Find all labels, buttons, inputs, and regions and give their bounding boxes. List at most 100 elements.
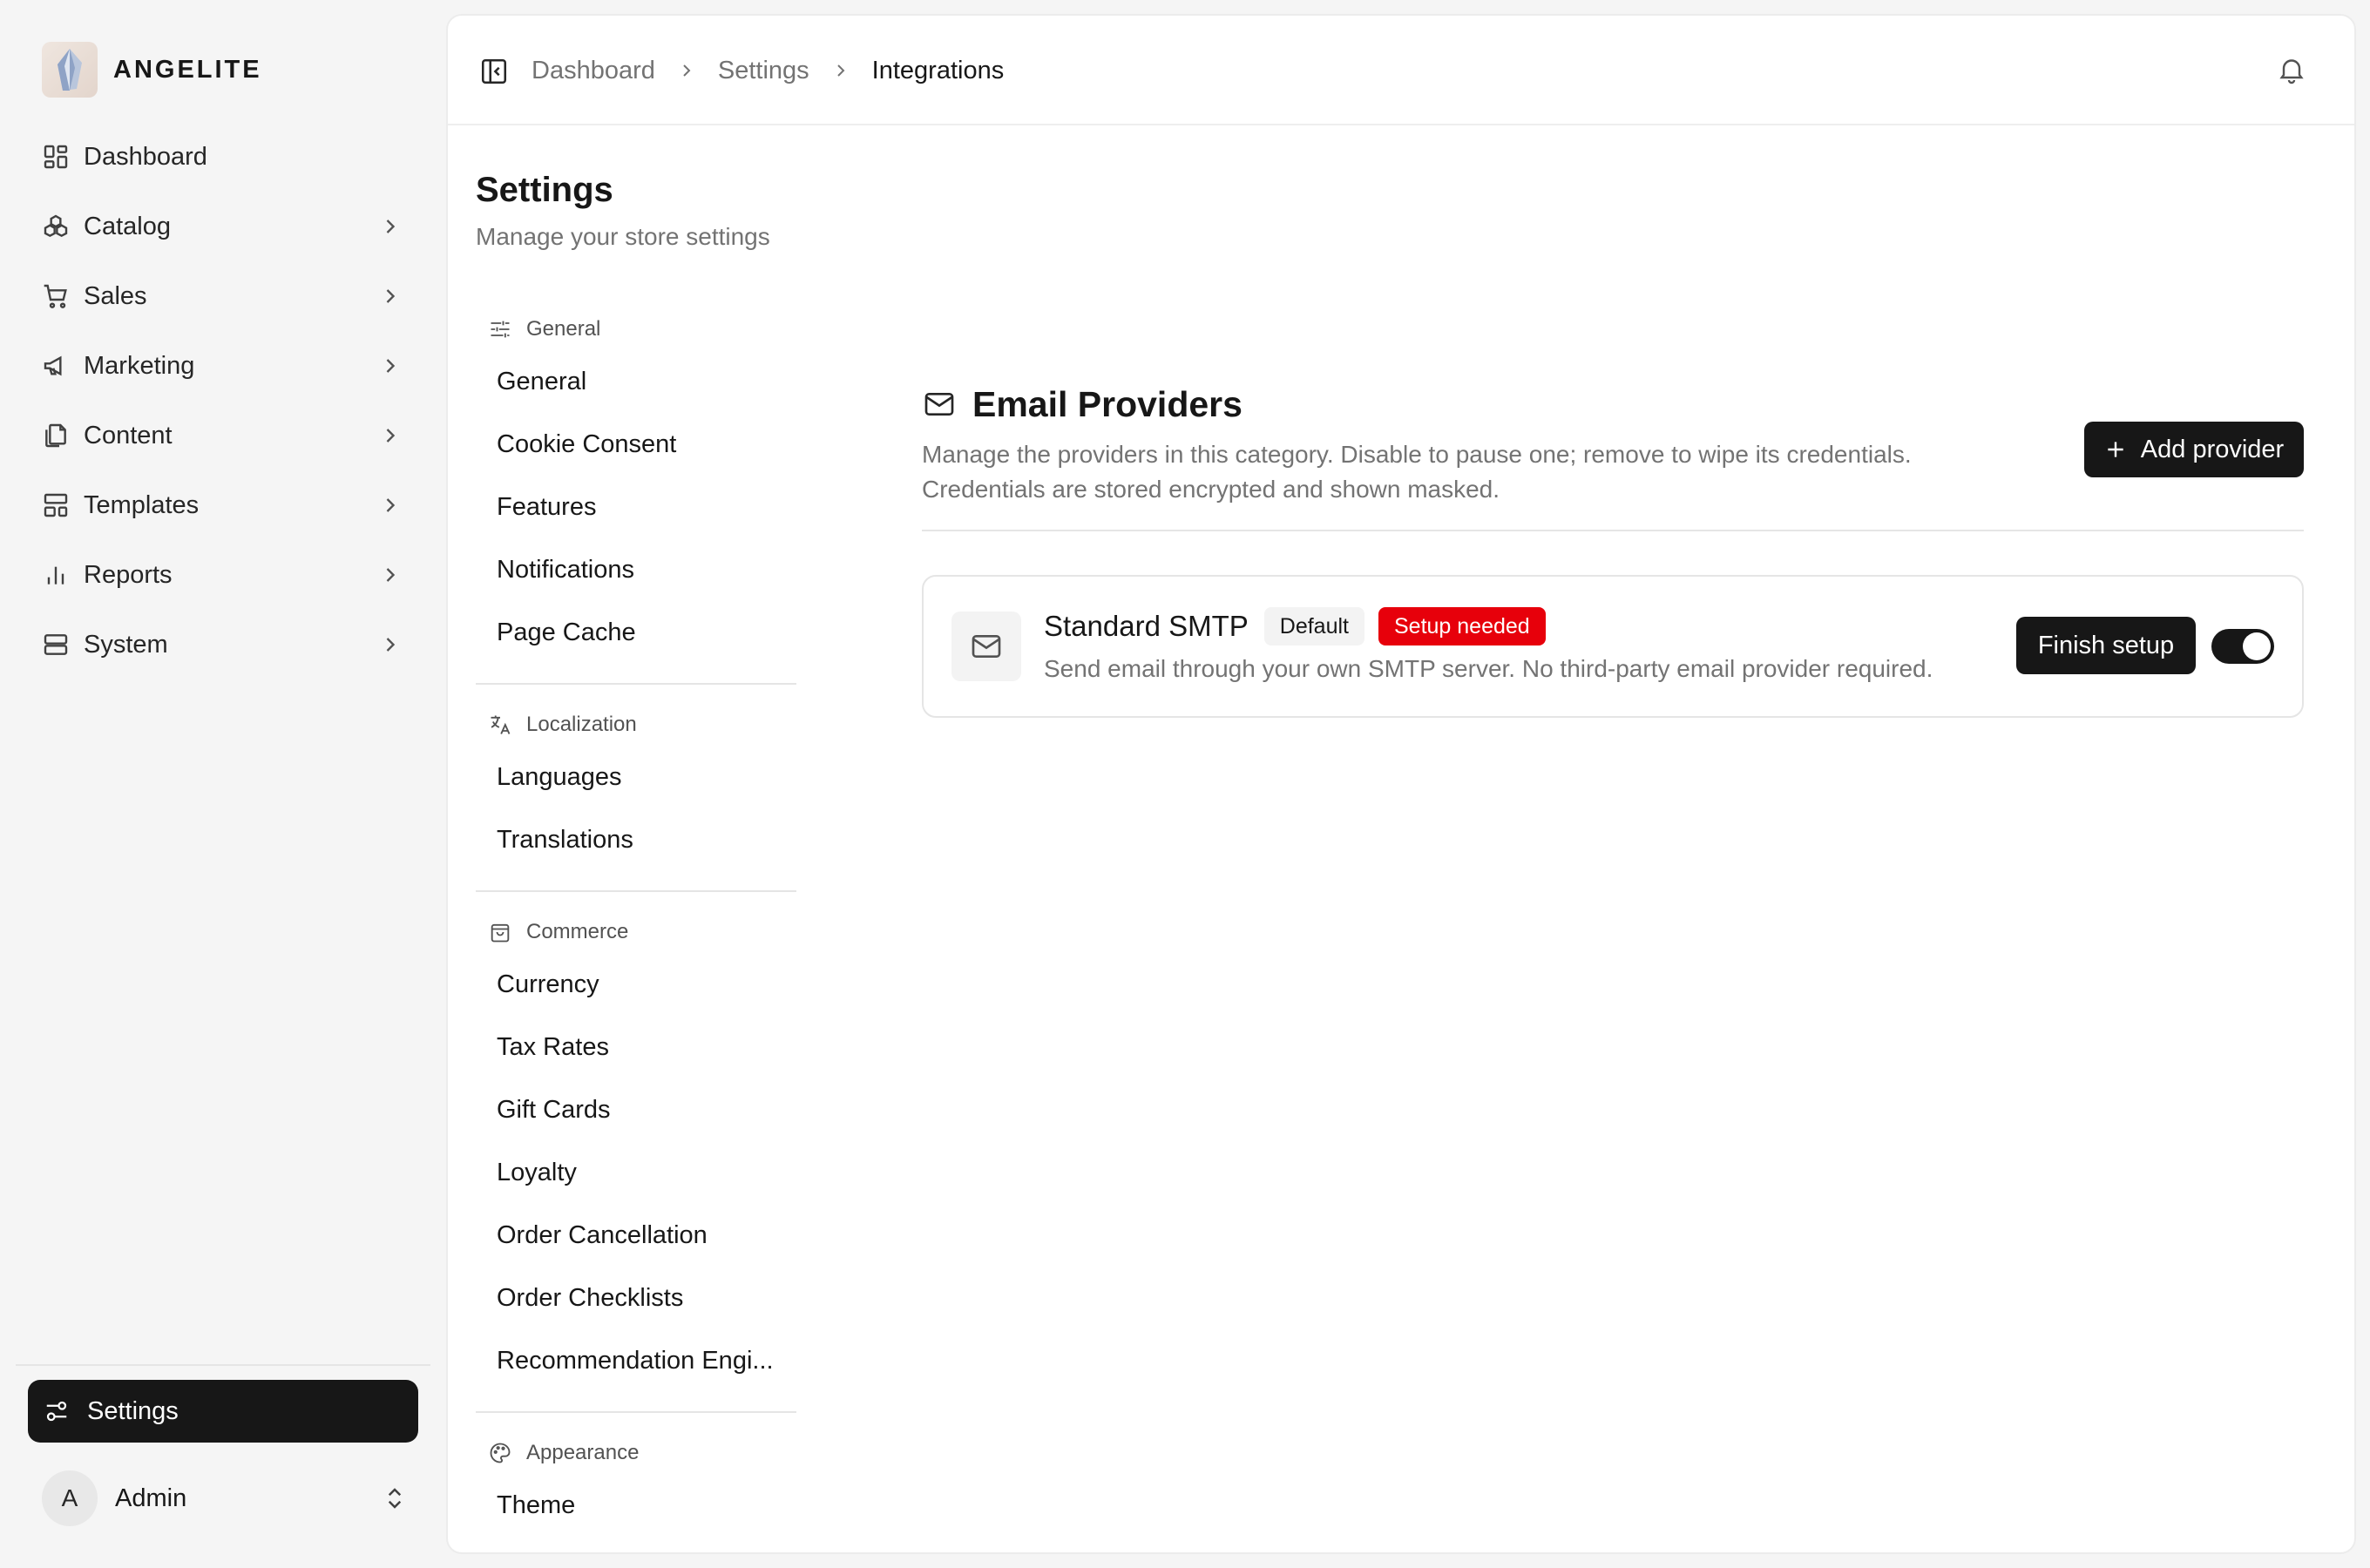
megaphone-icon [44,355,62,376]
avatar: A [42,1470,98,1526]
sidebar-item-label: Reports [84,560,173,589]
subnav-item-gift-cards[interactable]: Gift Cards [476,1078,796,1141]
sidebar-item-label: Dashboard [84,142,207,171]
subnav-item-general[interactable]: General [476,350,796,413]
server-icon [44,634,68,655]
chevron-right-icon [386,498,396,512]
subnav-item-tax-rates[interactable]: Tax Rates [476,1016,796,1078]
section-title: Email Providers [972,383,1243,424]
sidebar-divider [16,1364,430,1366]
sidebar-item-marketing[interactable]: Marketing [28,331,416,401]
sidebar-item-content[interactable]: Content [28,401,416,470]
main-panel: Dashboard Settings Integrations Settings… [446,14,2356,1554]
breadcrumb-dashboard[interactable]: Dashboard [532,57,655,85]
user-menu[interactable]: A Admin [42,1470,408,1526]
settings-subnav: General General Cookie Consent Features … [476,308,796,1537]
subnav-divider [476,890,796,892]
subnav-group-label: Localization [526,713,637,736]
chevron-right-icon [683,64,691,77]
subnav-item-notifications[interactable]: Notifications [476,538,796,601]
subnav-group-appearance: Appearance [476,1432,796,1474]
add-provider-button[interactable]: Add provider [2084,422,2304,477]
chevron-right-icon [386,289,396,303]
subnav-item-translations[interactable]: Translations [476,808,796,871]
mail-icon [924,393,954,416]
brand-name: ANGELITE [113,55,262,84]
subnav-divider [476,683,796,685]
chevron-right-icon [386,568,396,582]
shopping-bag-icon [491,923,510,943]
brand[interactable]: ANGELITE [42,42,262,98]
files-icon [45,423,66,448]
catalog-icon [44,214,68,238]
chevron-right-icon [386,359,396,373]
sidebar-item-label: Templates [84,490,200,519]
sidebar-item-catalog[interactable]: Catalog [28,192,416,261]
breadcrumb-settings[interactable]: Settings [718,57,809,85]
brand-logo [42,42,98,98]
chevrons-up-down-icon [388,1488,402,1509]
sidebar-item-settings[interactable]: Settings [28,1380,418,1443]
subnav-group-label: Appearance [526,1441,640,1464]
provider-header: Standard SMTP Default Setup needed [1044,606,1546,646]
dashboard-icon [44,145,68,169]
sidebar-item-dashboard[interactable]: Dashboard [28,122,416,192]
bell-icon[interactable] [2276,54,2307,85]
sidebar-item-system[interactable]: System [28,610,416,679]
subnav-group-commerce: Commerce [476,911,796,953]
sidebar-item-sales[interactable]: Sales [28,261,416,331]
cart-icon [44,284,67,308]
subnav-item-recommendation-engine[interactable]: Recommendation Engi... [476,1329,796,1392]
sidebar-item-label: Marketing [84,351,195,380]
provider-enabled-toggle[interactable] [2211,629,2274,664]
chevron-right-icon [836,64,845,77]
subnav-item-currency[interactable]: Currency [476,953,796,1016]
subnav-item-cookie-consent[interactable]: Cookie Consent [476,413,796,476]
subnav-group-localization: Localization [476,704,796,746]
sidebar-item-label: Catalog [84,212,171,240]
topbar: Dashboard Settings Integrations [448,16,2354,125]
status-badge: Setup needed [1378,607,1546,645]
chart-icon [47,566,64,585]
subnav-group-general: General [476,308,796,350]
sidebar-item-label: Sales [84,281,147,310]
section-description: Manage the providers in this category. D… [922,437,1967,507]
sidebar-toggle-icon[interactable] [479,57,509,86]
subnav-item-order-checklists[interactable]: Order Checklists [476,1267,796,1329]
breadcrumb: Dashboard Settings Integrations [532,51,1004,91]
sidebar-item-label: Content [84,421,173,449]
subnav-divider [476,1411,796,1413]
page-subtitle: Manage your store settings [476,223,770,250]
provider-description: Send email through your own SMTP server.… [1044,655,1933,682]
page-title: Settings [476,171,613,209]
subnav-item-page-cache[interactable]: Page Cache [476,601,796,664]
provider-icon [951,612,1021,681]
breadcrumb-integrations: Integrations [871,56,1005,84]
default-badge: Default [1263,607,1364,645]
subnav-item-languages[interactable]: Languages [476,746,796,808]
subnav-item-features[interactable]: Features [476,476,796,538]
toggle-knob [2243,632,2271,660]
subnav-item-loyalty[interactable]: Loyalty [476,1141,796,1204]
sidebar-nav: Dashboard Catalog Sales Marketing Conten… [28,122,416,679]
subnav-item-order-cancellation[interactable]: Order Cancellation [476,1204,796,1267]
mail-icon [972,635,1001,658]
sidebar-item-label: System [84,630,168,659]
chevron-right-icon [386,429,396,443]
provider-card: Standard SMTP Default Setup needed Send … [922,575,2304,718]
section-description-line: Manage the providers in this category. D… [922,441,1912,468]
email-providers-section: Email Providers Manage the providers in … [922,378,2304,718]
subnav-group-label: General [526,317,601,341]
subnav-item-theme[interactable]: Theme [476,1474,796,1537]
subnav-group-label: Commerce [526,920,629,943]
sidebar-item-reports[interactable]: Reports [28,540,416,610]
sliders-icon [491,321,510,338]
settings-sliders-icon [46,1401,67,1422]
finish-setup-button[interactable]: Finish setup [2016,617,2196,674]
chevron-right-icon [386,638,396,652]
sidebar-item-label: Settings [87,1396,179,1425]
translate-icon [491,715,511,734]
templates-icon [44,493,68,517]
sidebar-item-templates[interactable]: Templates [28,470,416,540]
crystal-icon [58,49,82,91]
